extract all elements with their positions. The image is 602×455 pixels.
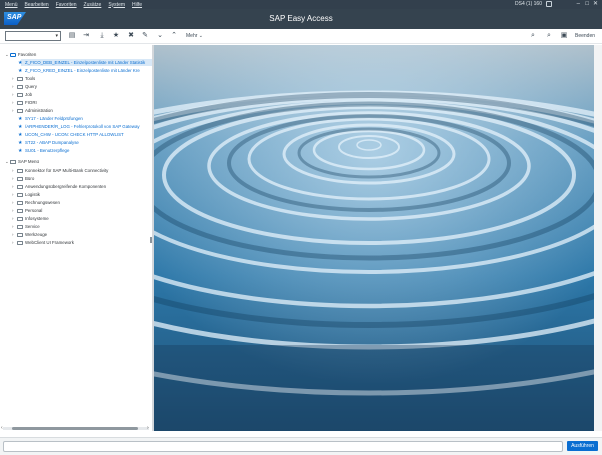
settings-icon[interactable]: ▣ — [560, 31, 568, 41]
user-menu-icon[interactable]: ▤ — [68, 31, 76, 41]
tree-item-fav-11[interactable]: ★ SU01 - Benutzerpflege — [18, 147, 69, 155]
tree-folder-fav-2[interactable]: › Tools — [12, 75, 35, 83]
tree-folder-fav-4[interactable]: › Job — [12, 91, 32, 99]
folder-icon — [17, 177, 23, 181]
page-title: SAP Easy Access — [269, 14, 333, 23]
folder-icon — [17, 169, 23, 173]
move-up-icon[interactable]: ⌃ — [170, 31, 178, 41]
folder-icon — [17, 225, 23, 229]
tree-folder-fav-6[interactable]: › Administration — [12, 107, 53, 115]
star-icon: ★ — [18, 148, 23, 154]
tree-item-fav-0[interactable]: ★ Z_FICO_DEB_EINZEL - Einzelposten­liste … — [18, 59, 145, 67]
sap-menu-folder-icon — [10, 160, 16, 164]
minimize-icon[interactable]: – — [577, 0, 580, 9]
tree-item-fav-10[interactable]: ★ ST22 - ABAP Dumpanalyse — [18, 139, 79, 147]
status-bar: Ausführen — [0, 437, 602, 455]
tree-folder-sapmenu-2[interactable]: › Anwendungsübergreifende Komponenten — [12, 183, 106, 191]
menu-bar: Menü Bearbeiten Favoriten Zusätze System… — [0, 0, 602, 9]
folder-icon — [17, 201, 23, 205]
star-icon: ★ — [18, 68, 23, 74]
folder-icon — [17, 185, 23, 189]
delete-favorite-icon[interactable]: ✖ — [127, 31, 135, 41]
sap-menu-icon[interactable]: ⇥ — [82, 31, 90, 41]
folder-icon — [17, 85, 23, 89]
star-icon: ★ — [18, 140, 23, 146]
tree-folder-fav-5[interactable]: › FIORI — [12, 99, 37, 107]
water-ripple-image — [154, 45, 594, 431]
system-info[interactable]: DS4 (1) 160 — [515, 1, 542, 7]
menu-item-bearbeiten[interactable]: Bearbeiten — [25, 2, 49, 8]
folder-icon — [17, 77, 23, 81]
run-button[interactable]: Ausführen — [567, 441, 598, 451]
tree-item-fav-1[interactable]: ★ Z_FICO_KRED_EINZEL - Einzelpostenliste … — [18, 67, 140, 75]
tree-folder-sapmenu-4[interactable]: › Rechnungswesen — [12, 199, 60, 207]
tree-folder-sapmenu-7[interactable]: › Service — [12, 223, 40, 231]
chevron-down-icon[interactable]: ▾ — [55, 33, 58, 39]
folder-icon — [17, 193, 23, 197]
edit-favorite-icon[interactable]: ✎ — [141, 31, 149, 41]
add-favorite-icon[interactable]: ★ — [112, 31, 120, 41]
tree-folder-sapmenu-3[interactable]: › Logistik — [12, 191, 40, 199]
menu-item-zusaetze[interactable]: Zusätze — [84, 2, 102, 8]
sap-window: { "menubar": { "items": ["Menü","Bearbei… — [0, 0, 602, 455]
star-icon: ★ — [18, 124, 23, 130]
tree-folder-sapmenu-6[interactable]: › Infosysteme — [12, 215, 49, 223]
folder-icon — [17, 217, 23, 221]
menu-item-hilfe[interactable]: Hilfe — [132, 2, 142, 8]
tree-folder-sapmenu-9[interactable]: › WebClient UI Framework — [12, 239, 74, 247]
tree-folder-sapmenu-5[interactable]: › Personal — [12, 207, 42, 215]
menu-item-favoriten[interactable]: Favoriten — [56, 2, 77, 8]
folder-icon — [17, 101, 23, 105]
title-bar: SAP SAP Easy Access — [0, 9, 602, 29]
search-icon[interactable]: ⌕ — [529, 31, 537, 41]
ok-code-field[interactable] — [3, 441, 563, 452]
favorites-folder-icon — [10, 53, 16, 57]
menu-item-system[interactable]: System — [108, 2, 125, 8]
tree-item-fav-8[interactable]: ★/ARPHENDER/R_LOG - Fehlerprotokoll von … — [18, 123, 140, 131]
system-status-icon[interactable] — [546, 1, 552, 7]
folder-icon — [17, 109, 23, 113]
star-icon: ★ — [18, 116, 23, 122]
toolbar: ▾ ▤ ⇥ ⤓ ★ ✖ ✎ ⌄ ⌃ Mehr ⌄ ⌕ ⌕ ▣ Beenden — [0, 29, 602, 44]
tree-item-fav-7[interactable]: ★ SY17 - Länder Feldprüfungen — [18, 115, 83, 123]
easy-access-background-image — [154, 45, 594, 431]
folder-icon — [17, 233, 23, 237]
search-next-icon[interactable]: ⌕ — [545, 31, 553, 41]
menu-item-menue[interactable]: Menü — [5, 2, 18, 8]
other-menu-icon[interactable]: ⤓ — [98, 31, 106, 41]
exit-button[interactable]: Beenden — [575, 31, 595, 41]
tree-folder-sapmenu-0[interactable]: › Konnektor für SAP Multi-Bank Connectivi… — [12, 167, 108, 175]
move-down-icon[interactable]: ⌄ — [156, 31, 164, 41]
tree-node-favorites[interactable]: ⌄ Favoriten — [5, 51, 36, 59]
scrollbar-thumb[interactable] — [12, 427, 138, 430]
tree-item-fav-9[interactable]: ★ UCON_CHW - UCON: CHECK HTTP ALLOWLIST — [18, 131, 124, 139]
tree-folder-fav-3[interactable]: › Query — [12, 83, 37, 91]
star-icon: ★ — [18, 132, 23, 138]
tree-node-sap-menu[interactable]: ⌄ SAP Menü — [5, 158, 39, 166]
right-edge-bar — [594, 45, 602, 431]
folder-icon — [17, 93, 23, 97]
scroll-right-icon[interactable]: › — [147, 425, 149, 431]
folder-icon — [17, 209, 23, 213]
tree-folder-sapmenu-8[interactable]: › Werkzeuge — [12, 231, 47, 239]
folder-icon — [17, 241, 23, 245]
maximize-icon[interactable]: □ — [585, 0, 589, 9]
command-field[interactable]: ▾ — [5, 31, 61, 41]
star-icon: ★ — [18, 60, 23, 66]
tree-folder-sapmenu-1[interactable]: › Büro — [12, 175, 34, 183]
more-menu-button[interactable]: Mehr ⌄ — [186, 31, 203, 41]
close-icon[interactable]: ✕ — [593, 0, 598, 9]
